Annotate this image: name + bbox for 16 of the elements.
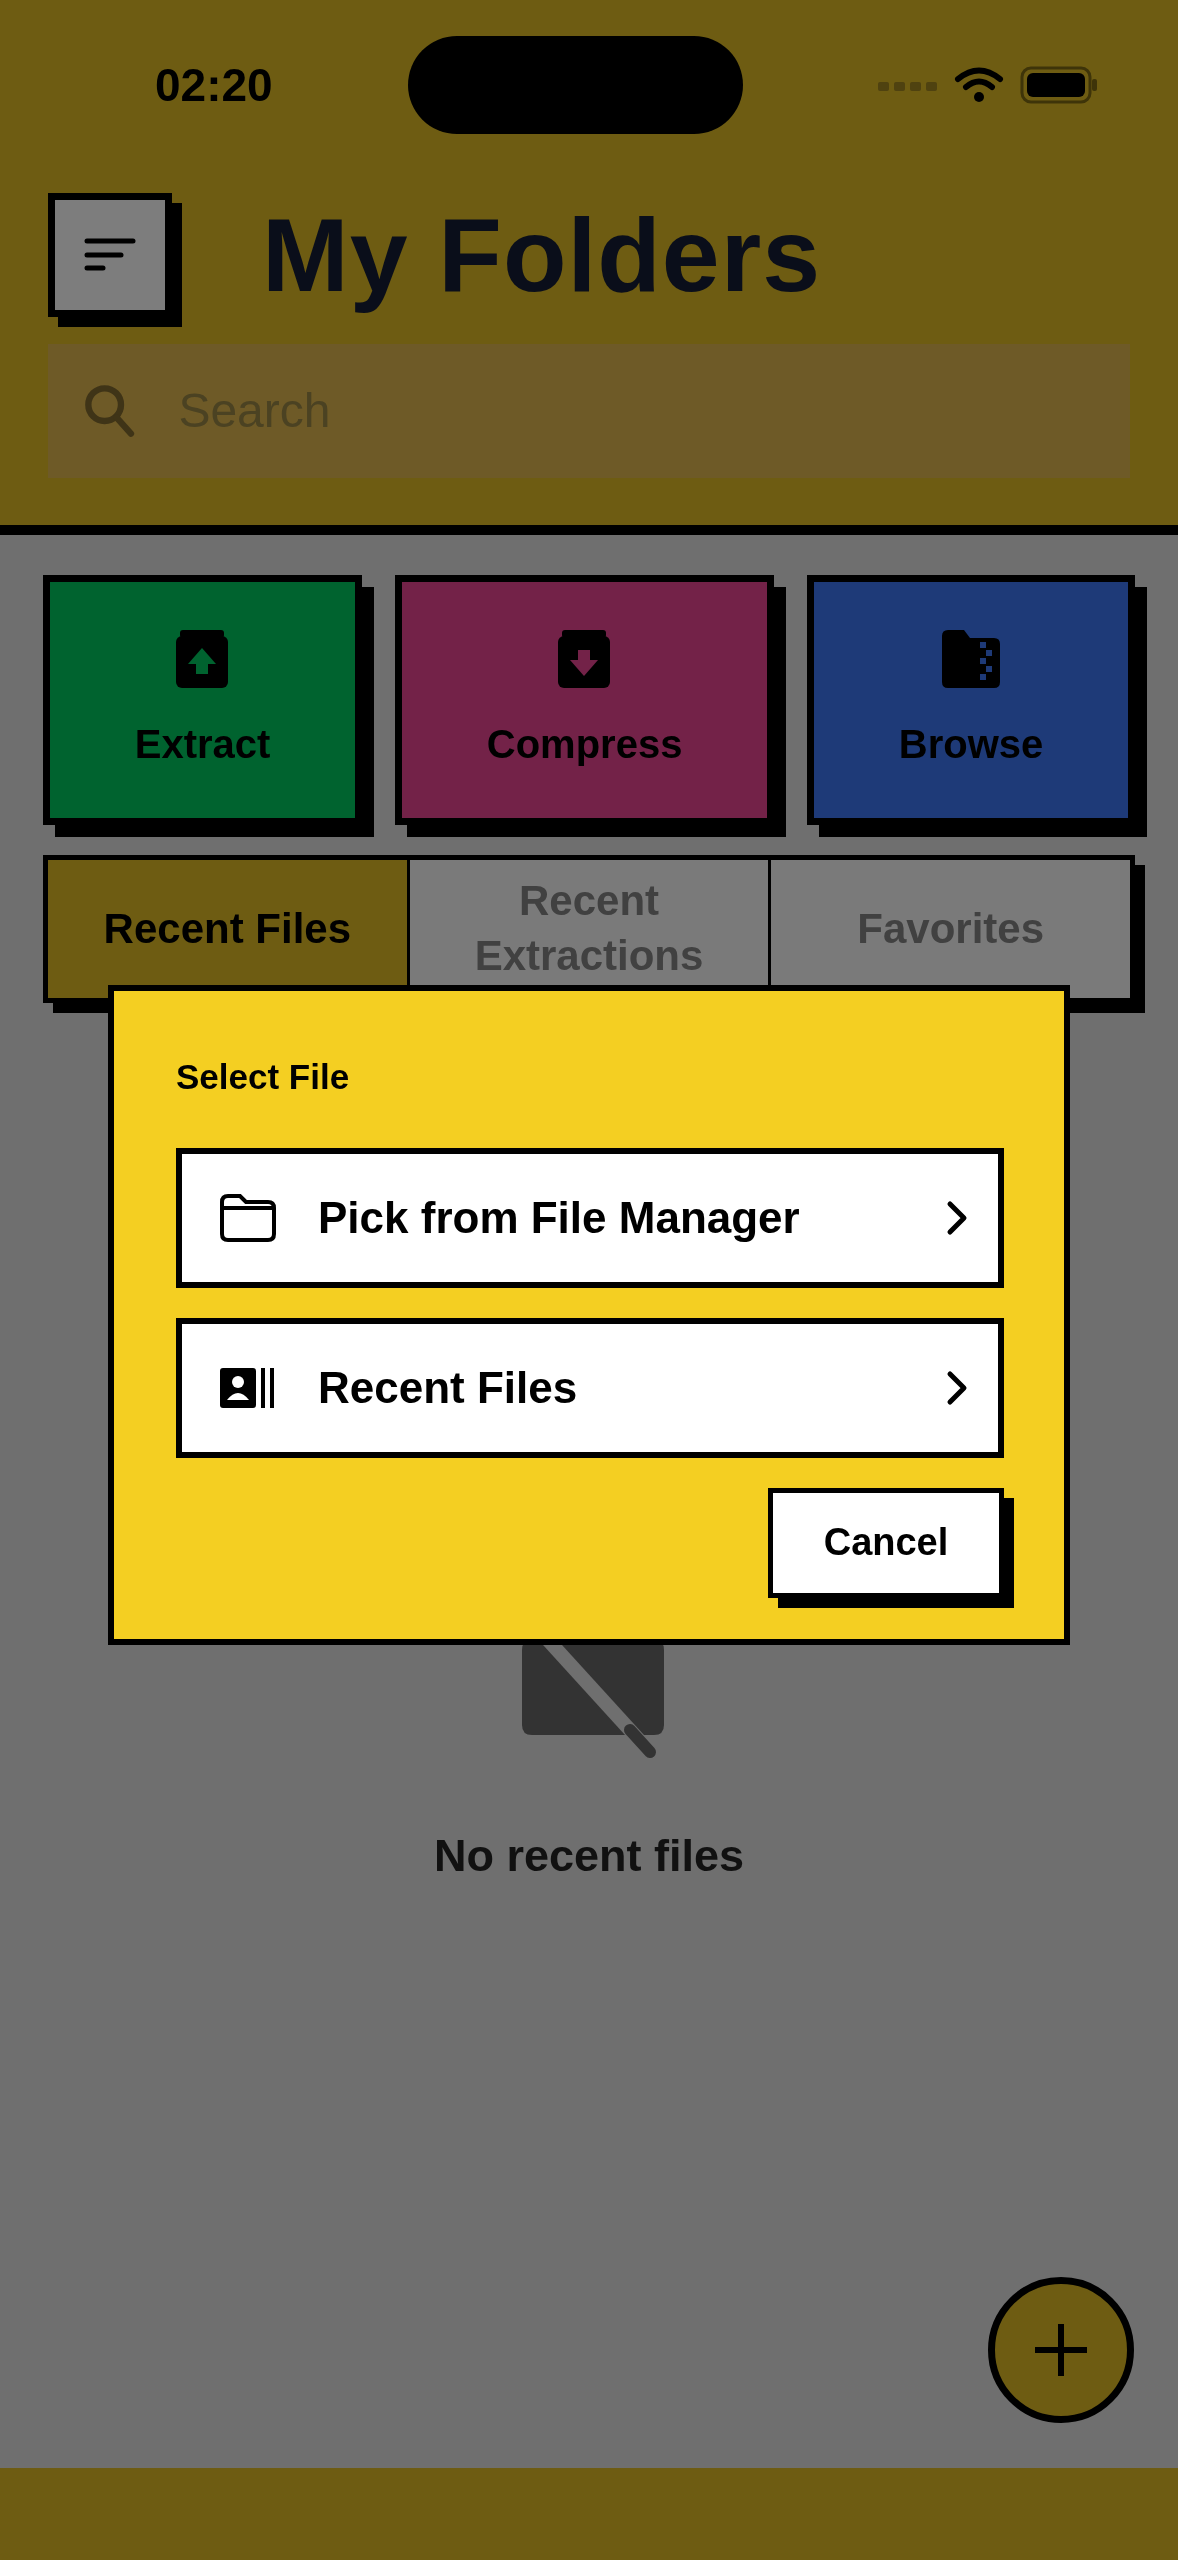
tile-label: Extract [134,721,271,768]
option-button[interactable]: Pick from File Manager [176,1147,1004,1288]
dialog-title: Select File [176,1056,351,1098]
folder-icon [218,1191,278,1244]
page-title: My Folders [262,196,821,315]
wifi-icon [954,66,1004,104]
tab[interactable]: Recent Files [48,860,410,998]
tile-label: Browse [898,721,1044,768]
empty-message: No recent files [432,1829,746,1883]
chevron-right-icon [946,1369,968,1406]
tab[interactable]: Favorites [771,860,1130,998]
tile-label: Compress [486,721,683,768]
status-time: 02:20 [155,57,273,113]
battery-icon [1020,66,1098,104]
option-button[interactable]: Recent Files [176,1317,1004,1458]
chevron-right-icon [946,1199,968,1236]
